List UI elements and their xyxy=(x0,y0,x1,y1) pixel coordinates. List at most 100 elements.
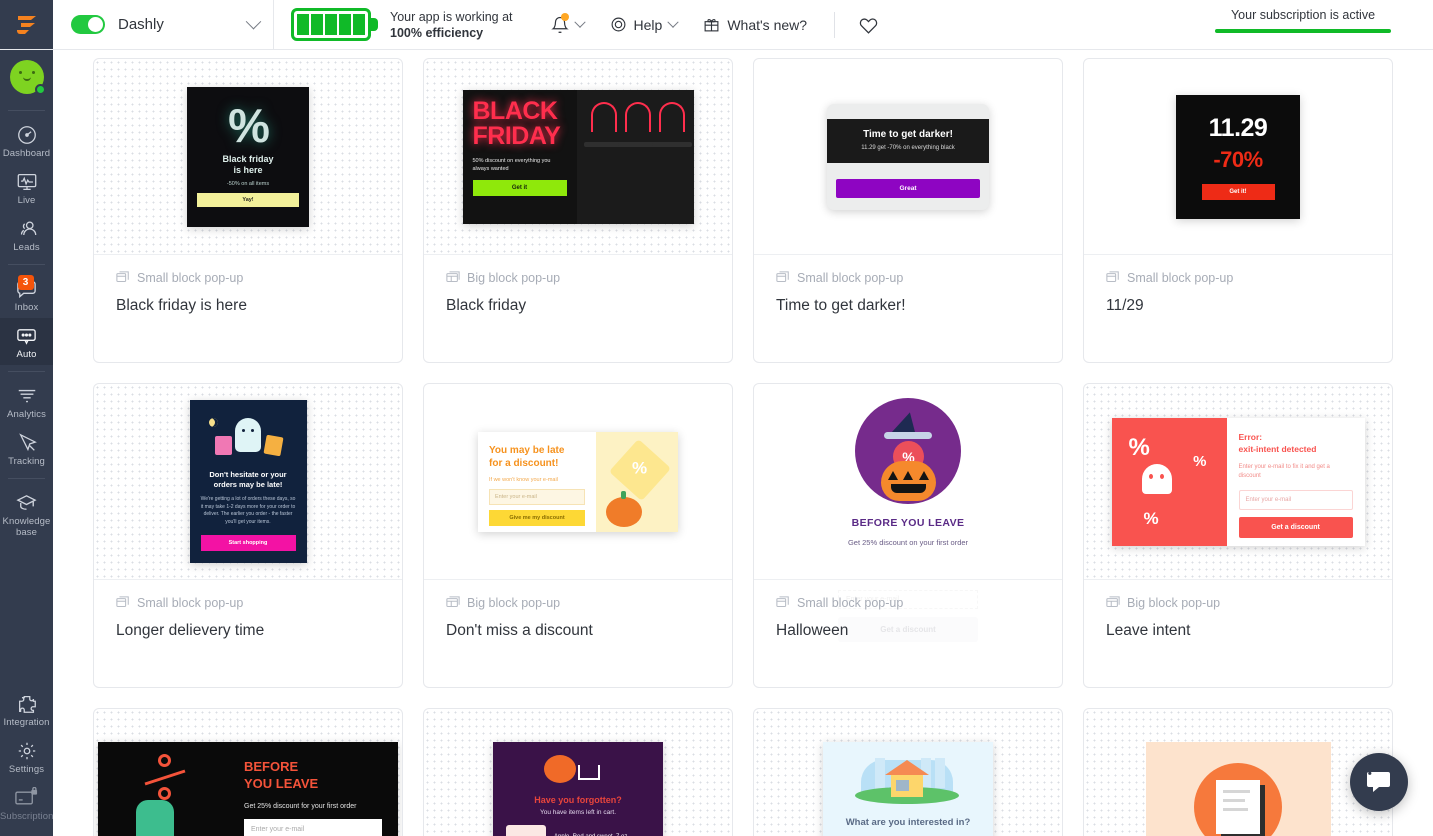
sidebar-divider xyxy=(8,110,45,111)
card-type: Small block pop-up xyxy=(776,271,1040,285)
card-preview[interactable]: %%% Error: exit-intent detected Enter you… xyxy=(1084,384,1392,580)
app-selector[interactable]: Dashly xyxy=(53,0,274,49)
card-type: Small block pop-up xyxy=(116,596,380,610)
help-label: Help xyxy=(633,16,663,33)
card-title: Black friday xyxy=(446,297,527,314)
message-card[interactable]: % Black friday is here -50% on all items … xyxy=(93,58,403,363)
message-card[interactable]: BEFORE YOU LEAVE Get 25% discount for yo… xyxy=(93,708,403,836)
sidebar-item-integration[interactable]: Integration xyxy=(0,686,53,733)
card-preview[interactable]: % BEFORE YOU LEAVE Get 25% discount on y… xyxy=(754,384,1062,580)
mock-heading-line2: FRIDAY xyxy=(472,121,561,150)
mock-heading: Have you forgotten? xyxy=(534,794,622,805)
toolbar-divider xyxy=(834,11,836,38)
card-type: Small block pop-up xyxy=(116,271,380,285)
card-type-label: Small block pop-up xyxy=(137,271,244,285)
card-type: Small block pop-up xyxy=(776,596,1040,610)
sidebar-item-leads[interactable]: Leads xyxy=(0,211,53,258)
sidebar-item-dashboard[interactable]: Dashboard xyxy=(0,117,53,164)
sidebar-label: Dashboard xyxy=(2,148,51,159)
mock-button: Give me my discount xyxy=(489,509,585,526)
subscription-bar xyxy=(1215,29,1391,33)
sidebar-item-auto[interactable]: Auto xyxy=(0,318,53,365)
sidebar-item-inbox[interactable]: 3 Inbox xyxy=(0,271,53,318)
popup-mock-leave-intent: %%% Error: exit-intent detected Enter you… xyxy=(1111,417,1365,546)
mock-discount: -70% xyxy=(1213,146,1263,172)
card-preview[interactable]: BEFORE YOU LEAVE Get 25% discount for yo… xyxy=(94,709,402,836)
card-body: Small block pop-up Black friday is here xyxy=(94,255,402,315)
card-preview[interactable]: Have you forgotten? You have items left … xyxy=(424,709,732,836)
help-circle-icon xyxy=(611,17,625,32)
sidebar-label: Settings xyxy=(8,764,45,775)
message-card[interactable]: BLACK FRIDAY 50% discount on everything … xyxy=(423,58,733,363)
popup-mock-black-friday-big: BLACK FRIDAY 50% discount on everything … xyxy=(462,89,694,224)
chat-bubble-icon: 3 xyxy=(14,275,40,300)
sidebar-item-analytics[interactable]: Analytics xyxy=(0,378,53,425)
mock-heading: BEFORE YOU LEAVE xyxy=(851,517,965,529)
message-card[interactable]: Don't hesitate or your orders may be lat… xyxy=(93,383,403,688)
chevron-down-icon[interactable] xyxy=(573,16,586,28)
avatar[interactable] xyxy=(9,60,46,95)
message-card[interactable] xyxy=(1083,708,1393,836)
card-preview[interactable]: What are you interested in? Rent apartme… xyxy=(754,709,1062,836)
mock-subtext: Get 25% discount for your first order xyxy=(244,802,357,810)
popup-mock-time-to-get-darker: Time to get darker! 11.29 get -70% on ev… xyxy=(827,103,989,210)
message-card[interactable]: Time to get darker! 11.29 get -70% on ev… xyxy=(753,58,1063,363)
card-preview[interactable] xyxy=(1084,709,1392,836)
card-body: Small block pop-up Time to get darker! xyxy=(754,255,1062,315)
app-enable-toggle[interactable] xyxy=(71,15,105,34)
sidebar-item-tracking[interactable]: Tracking xyxy=(0,425,53,472)
heart-icon xyxy=(859,18,878,34)
card-preview[interactable]: BLACK FRIDAY 50% discount on everything … xyxy=(424,59,732,255)
message-card[interactable]: %%% Error: exit-intent detected Enter you… xyxy=(1083,383,1393,688)
notifications-button[interactable] xyxy=(540,0,595,49)
dashly-logo-icon[interactable] xyxy=(0,0,53,49)
message-card[interactable]: 11.29 -70% Get it! Small block pop-up 11… xyxy=(1083,58,1393,363)
popup-mock-interests: What are you interested in? Rent apartme… xyxy=(823,741,993,836)
mock-button: Get it xyxy=(472,179,567,196)
message-card[interactable]: Have you forgotten? You have items left … xyxy=(423,708,733,836)
card-preview[interactable]: Time to get darker! 11.29 get -70% on ev… xyxy=(754,59,1062,255)
mock-art-halloween: % xyxy=(855,398,961,504)
small-block-popup-icon xyxy=(776,271,789,283)
sidebar-item-subscription[interactable]: Subscription xyxy=(0,780,53,836)
whats-new-button[interactable]: What's new? xyxy=(692,0,818,49)
card-preview[interactable]: You may be late for a discount! If we won… xyxy=(424,384,732,580)
message-card[interactable]: You may be late for a discount! If we won… xyxy=(423,383,733,688)
chevron-down-icon[interactable] xyxy=(245,13,262,30)
message-card[interactable]: What are you interested in? Rent apartme… xyxy=(753,708,1063,836)
top-bar: Dashly Your app is working at 100% effic… xyxy=(0,0,1433,50)
gear-icon xyxy=(14,740,40,762)
card-preview[interactable]: Don't hesitate or your orders may be lat… xyxy=(94,384,402,580)
chevron-down-icon[interactable] xyxy=(667,16,679,28)
topbar-actions: Help What's new? xyxy=(530,0,887,49)
subscription-label: Your subscription is active xyxy=(1230,8,1376,22)
help-button[interactable]: Help xyxy=(599,0,689,49)
online-status-dot xyxy=(34,84,46,95)
efficiency-indicator: Your app is working at 100% efficiency xyxy=(274,8,530,41)
subscription-status: Your subscription is active xyxy=(1195,8,1411,33)
card-preview[interactable]: 11.29 -70% Get it! xyxy=(1084,59,1392,255)
whats-new-label: What's new? xyxy=(727,16,808,33)
card-preview[interactable]: % Black friday is here -50% on all items … xyxy=(94,59,402,255)
card-type: Big block pop-up xyxy=(446,596,710,610)
efficiency-line-1: Your app is working at xyxy=(390,9,513,24)
sidebar-divider xyxy=(8,264,45,265)
card-title: Longer delievery time xyxy=(116,622,265,639)
sidebar-item-knowledge-base[interactable]: Knowledge base xyxy=(0,485,53,543)
chat-widget-button[interactable] xyxy=(1350,753,1408,811)
message-card[interactable]: % BEFORE YOU LEAVE Get 25% discount on y… xyxy=(753,383,1063,688)
sidebar-label: Inbox xyxy=(14,302,39,313)
sidebar-item-live[interactable]: Live xyxy=(0,164,53,211)
mock-date: 11.29 xyxy=(1208,113,1268,142)
card-body: Big block pop-up Leave intent xyxy=(1084,580,1392,640)
sidebar: Dashboard Live Leads 3 Inbox Auto Analyt… xyxy=(0,50,53,836)
sidebar-item-settings[interactable]: Settings xyxy=(0,733,53,780)
mock-input: Enter your e-mail xyxy=(1238,489,1353,510)
efficiency-line-2: 100% efficiency xyxy=(390,25,484,40)
sidebar-label: Leads xyxy=(13,242,40,253)
card-body: Big block pop-up Black friday xyxy=(424,255,732,315)
graduation-cap-icon xyxy=(14,492,40,514)
favorites-button[interactable] xyxy=(851,15,886,34)
mock-button: Get a discount xyxy=(1238,516,1353,538)
app-name-label: Dashly xyxy=(118,16,164,33)
